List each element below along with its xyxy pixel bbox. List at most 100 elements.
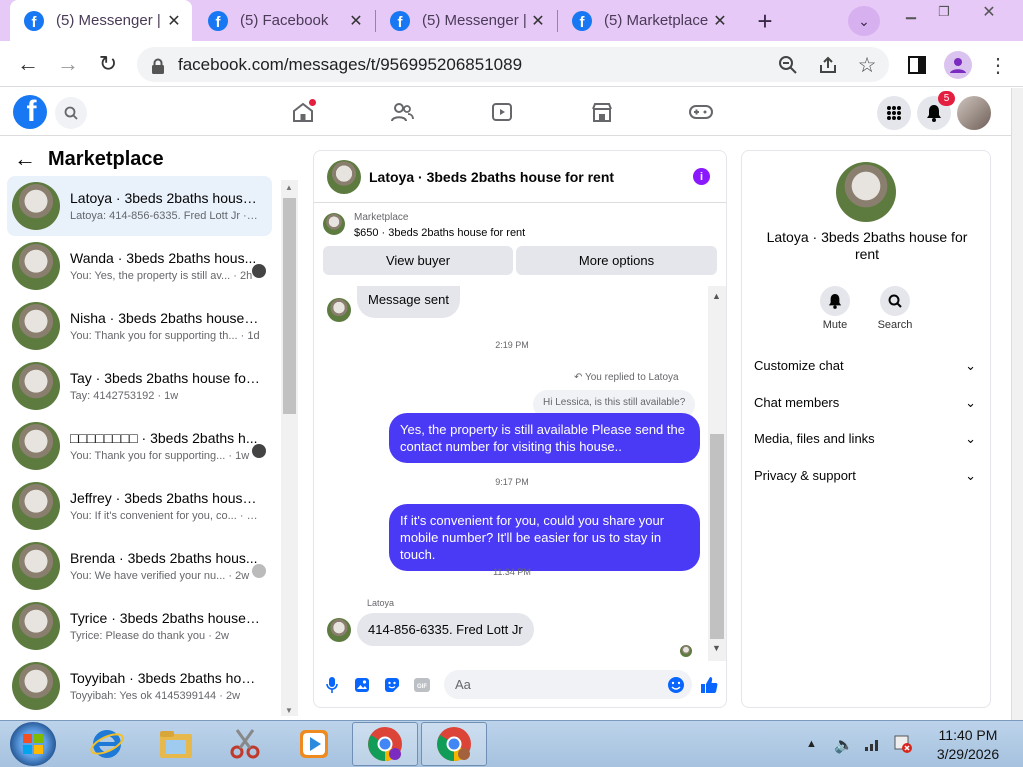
account-avatar[interactable]	[957, 96, 991, 130]
watch-nav[interactable]	[489, 100, 515, 124]
scroll-up-arrow-icon[interactable]: ▲	[712, 291, 721, 301]
emoji-icon[interactable]	[667, 676, 685, 694]
reload-icon: ↻	[98, 51, 118, 76]
clock-date: 3/29/2026	[936, 746, 1000, 762]
like-icon[interactable]	[700, 676, 718, 694]
action-center-icon[interactable]	[893, 735, 913, 758]
browser-profile-icon[interactable]	[944, 51, 972, 79]
chat-title[interactable]: Latoya · 3beds 2baths house for rent	[369, 169, 614, 185]
mute-button[interactable]	[820, 286, 850, 316]
conversation-name: Nisha · 3beds 2baths house for...	[70, 310, 260, 326]
media-player-taskbar-button[interactable]	[281, 722, 347, 766]
message-thread: Message sent 2:19 PM ↶ You replied to La…	[314, 286, 710, 657]
show-hidden-icons-icon[interactable]: ▲	[806, 738, 817, 750]
close-tab-icon[interactable]: ✕	[348, 11, 364, 31]
back-arrow-icon[interactable]: ←	[14, 146, 36, 172]
chat-panel: Latoya · 3beds 2baths house for rent i M…	[313, 150, 727, 708]
browser-tab-4[interactable]: f (5) Marketplace ✕	[558, 0, 738, 41]
list-item[interactable]: Toyyibah · 3beds 2baths house... Toyyibah…	[7, 656, 272, 716]
gaming-nav[interactable]	[688, 100, 714, 124]
view-buyer-button[interactable]: View buyer	[323, 246, 513, 275]
list-item[interactable]: Brenda · 3beds 2baths hous... You: We hav…	[7, 536, 272, 596]
start-button[interactable]	[10, 722, 56, 766]
side-panel-icon[interactable]	[905, 53, 929, 77]
bookmark-star-icon[interactable]: ☆	[855, 53, 879, 77]
list-item[interactable]: Tyrice · 3beds 2baths house fo... Tyrice:…	[7, 596, 272, 656]
snipping-tool-taskbar-button[interactable]	[212, 722, 278, 766]
search-icon	[64, 106, 78, 120]
back-button[interactable]: ←	[14, 50, 42, 78]
menu-button[interactable]	[877, 96, 911, 130]
listing-price-title[interactable]: $650 · 3beds 2baths house for rent	[354, 227, 525, 239]
microphone-icon[interactable]	[323, 676, 341, 694]
close-tab-icon[interactable]: ✕	[712, 11, 728, 31]
chrome-taskbar-button-2[interactable]	[421, 722, 487, 766]
search-conversation-button[interactable]	[880, 286, 910, 316]
customize-chat-section[interactable]: Customize chat ⌄	[754, 358, 976, 374]
message-bubble[interactable]: 414-856-6335. Fred Lott Jr	[357, 613, 534, 646]
facebook-search-button[interactable]	[55, 97, 87, 129]
listing-thumbnail	[12, 422, 60, 470]
message-bubble[interactable]: Message sent	[357, 286, 460, 318]
chat-avatar[interactable]	[327, 159, 361, 194]
taskbar-clock[interactable]: 11:40 PM 3/29/2026	[920, 726, 1016, 764]
photo-icon[interactable]	[353, 676, 371, 694]
new-tab-button[interactable]: +	[748, 5, 782, 37]
close-tab-icon[interactable]: ✕	[166, 11, 182, 31]
list-item[interactable]: Wanda · 3beds 2baths hous... You: Yes, th…	[7, 236, 272, 296]
sidebar-scroll-thumb[interactable]	[283, 198, 296, 414]
volume-icon[interactable]: 🔈	[834, 735, 854, 755]
grid-menu-icon	[887, 106, 901, 120]
marketplace-nav[interactable]	[589, 100, 615, 124]
list-item[interactable]: Latoya · 3beds 2baths house fo... Latoya:…	[7, 176, 272, 236]
chrome-taskbar-button-1[interactable]	[352, 722, 418, 766]
page-scrollbar[interactable]	[1011, 88, 1023, 720]
tab-title: (5) Facebook	[240, 12, 329, 29]
more-options-button[interactable]: More options	[516, 246, 717, 275]
sender-avatar	[327, 298, 351, 322]
conversation-name: Toyyibah · 3beds 2baths house...	[70, 670, 260, 686]
conversation-preview: You: Thank you for supporting th... · 1d	[70, 330, 260, 342]
sticker-icon[interactable]	[383, 676, 401, 694]
kebab-menu-icon[interactable]: ⋮	[986, 53, 1010, 77]
forward-button[interactable]: →	[54, 50, 82, 78]
scroll-down-arrow-icon[interactable]: ▼	[712, 643, 721, 653]
restore-button[interactable]: ❐	[930, 3, 958, 21]
browser-tab-1[interactable]: f (5) Messenger | ✕	[10, 0, 192, 41]
browser-tab-2[interactable]: f (5) Facebook ✕	[194, 0, 374, 41]
share-icon[interactable]	[816, 53, 840, 77]
minimize-button[interactable]: ▁	[897, 3, 925, 21]
internet-explorer-taskbar-button[interactable]	[74, 722, 140, 766]
list-item[interactable]: Nisha · 3beds 2baths house for... You: Th…	[7, 296, 272, 356]
privacy-support-section[interactable]: Privacy & support ⌄	[754, 468, 976, 484]
lock-icon[interactable]	[146, 54, 170, 78]
chat-members-section[interactable]: Chat members ⌄	[754, 395, 976, 411]
chat-scroll-thumb[interactable]	[710, 434, 724, 639]
conversation-name: Brenda · 3beds 2baths hous...	[70, 550, 258, 566]
info-icon[interactable]: i	[693, 168, 710, 185]
conversation-preview: You: Thank you for supporting... · 1w	[70, 450, 250, 462]
list-item[interactable]: □□□□□□□□ · 3beds 2baths h... You: Thank y…	[7, 416, 272, 476]
close-tab-icon[interactable]: ✕	[530, 11, 546, 31]
zoom-icon[interactable]	[776, 53, 800, 77]
list-item[interactable]: Jeffrey · 3beds 2baths house f... You: If…	[7, 476, 272, 536]
file-explorer-taskbar-button[interactable]	[143, 722, 209, 766]
gif-icon[interactable]: GIF	[413, 676, 431, 694]
scroll-up-arrow-icon[interactable]: ▲	[285, 183, 293, 192]
url-text[interactable]: facebook.com/messages/t/956995206851089	[178, 55, 522, 75]
message-bubble[interactable]: If it's convenient for you, could you sh…	[389, 504, 700, 571]
media-files-links-section[interactable]: Media, files and links ⌄	[754, 431, 976, 447]
tab-search-button[interactable]: ⌄	[848, 6, 880, 36]
scroll-down-arrow-icon[interactable]: ▼	[285, 706, 293, 715]
network-icon[interactable]	[864, 736, 882, 757]
section-label: Chat members	[754, 395, 840, 410]
message-input[interactable]: Aa	[444, 670, 692, 699]
friends-icon	[391, 103, 414, 122]
message-bubble[interactable]: Yes, the property is still available Ple…	[389, 413, 700, 463]
friends-nav[interactable]	[389, 100, 415, 124]
facebook-logo-icon[interactable]: f	[13, 95, 47, 129]
browser-tab-3[interactable]: f (5) Messenger | ✕	[376, 0, 556, 41]
close-window-button[interactable]: ✕	[975, 3, 1003, 21]
reload-button[interactable]: ↻	[94, 50, 122, 78]
list-item[interactable]: Tay · 3beds 2baths house for r... Tay: 41…	[7, 356, 272, 416]
